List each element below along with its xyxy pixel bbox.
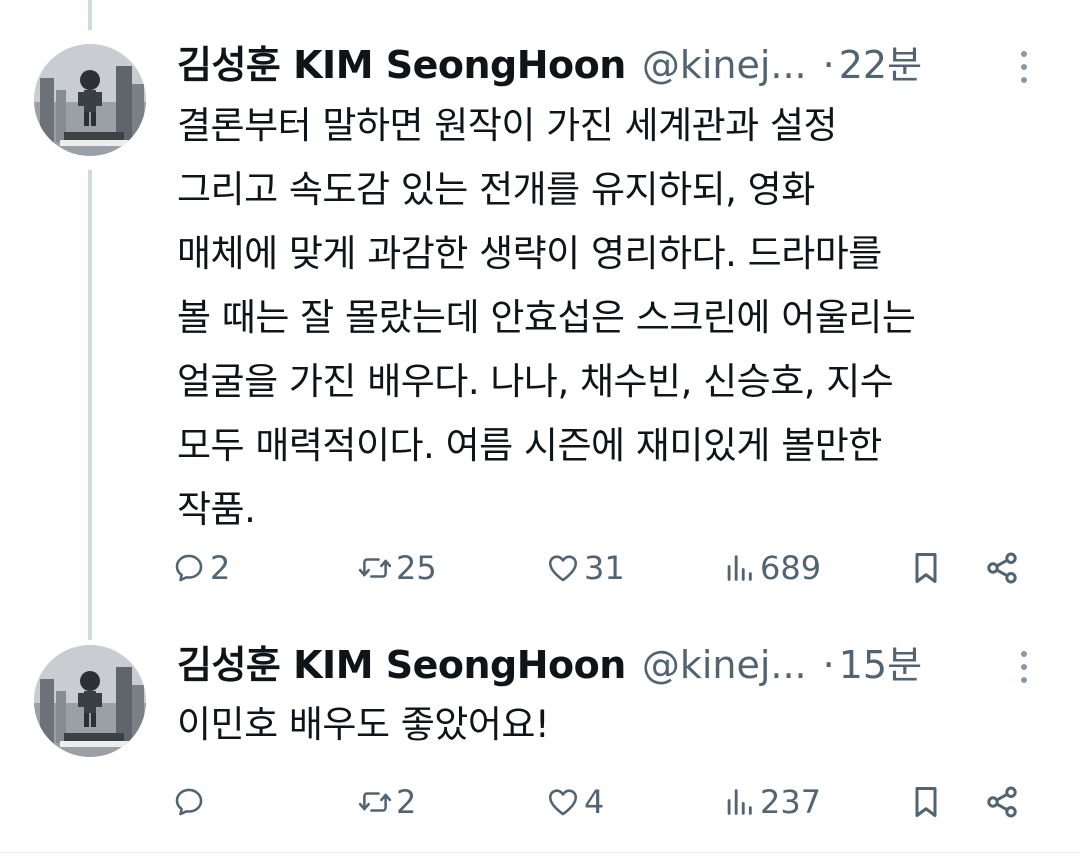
reply-count: 2	[210, 549, 231, 587]
bookmark-button[interactable]	[908, 538, 944, 598]
repost-button[interactable]: 25	[358, 538, 437, 598]
like-icon	[548, 789, 578, 816]
avatar[interactable]	[34, 645, 146, 757]
repost-count: 25	[396, 549, 437, 587]
display-name[interactable]: 김성훈 KIM SeongHoon	[177, 635, 626, 695]
reply-button[interactable]	[172, 772, 210, 832]
user-handle[interactable]: @kinej...	[642, 635, 807, 695]
bookmark-icon	[915, 553, 937, 583]
like-button[interactable]: 31	[546, 538, 625, 598]
more-icon[interactable]	[1014, 37, 1034, 97]
avatar-image	[34, 645, 146, 757]
share-icon	[987, 786, 1017, 818]
share-icon	[987, 552, 1017, 584]
bookmark-icon	[915, 787, 937, 817]
avatar-image	[34, 44, 146, 156]
view-count: 237	[760, 783, 822, 821]
timestamp[interactable]: 15분	[839, 635, 922, 695]
views-icon	[727, 555, 752, 581]
reply-button[interactable]: 2	[172, 538, 230, 598]
user-handle[interactable]: @kinej...	[642, 35, 807, 95]
repost-icon	[358, 792, 392, 812]
thread-line-connector	[88, 170, 92, 640]
thread-line-top	[88, 0, 92, 30]
view-count: 689	[760, 549, 822, 587]
like-count: 4	[584, 783, 605, 821]
separator-dot: ·	[822, 643, 835, 687]
timestamp[interactable]: 22분	[839, 35, 922, 95]
more-icon[interactable]	[1014, 637, 1034, 697]
reply-icon	[175, 788, 203, 816]
tweet-actions: 2 4 237	[172, 772, 1032, 832]
repost-icon	[358, 558, 392, 578]
repost-button[interactable]: 2	[358, 772, 416, 832]
like-button[interactable]: 4	[546, 772, 604, 832]
reply-icon	[175, 554, 203, 582]
tweet-text: 이민호 배우도 좋았어요!	[177, 703, 550, 746]
tweet-header: 김성훈 KIM SeongHoon @kinej... · 22분	[177, 35, 1020, 95]
like-count: 31	[584, 549, 625, 587]
separator-dot: ·	[822, 43, 835, 87]
repost-count: 2	[396, 783, 417, 821]
share-button[interactable]	[984, 772, 1020, 832]
views-button[interactable]: 689	[722, 538, 821, 598]
share-button[interactable]	[984, 538, 1020, 598]
like-icon	[548, 555, 578, 582]
display-name[interactable]: 김성훈 KIM SeongHoon	[177, 35, 626, 95]
tweet-divider	[0, 852, 1080, 853]
tweet-text: 결론부터 말하면 원작이 가진 세계관과 설정 그리고 속도감 있는 전개를 유…	[177, 104, 916, 531]
bookmark-button[interactable]	[908, 772, 944, 832]
views-icon	[727, 789, 752, 815]
tweet-actions: 2 25 31 689	[172, 538, 1032, 598]
avatar[interactable]	[34, 44, 146, 156]
views-button[interactable]: 237	[722, 772, 821, 832]
tweet-header: 김성훈 KIM SeongHoon @kinej... · 15분	[177, 635, 1020, 695]
